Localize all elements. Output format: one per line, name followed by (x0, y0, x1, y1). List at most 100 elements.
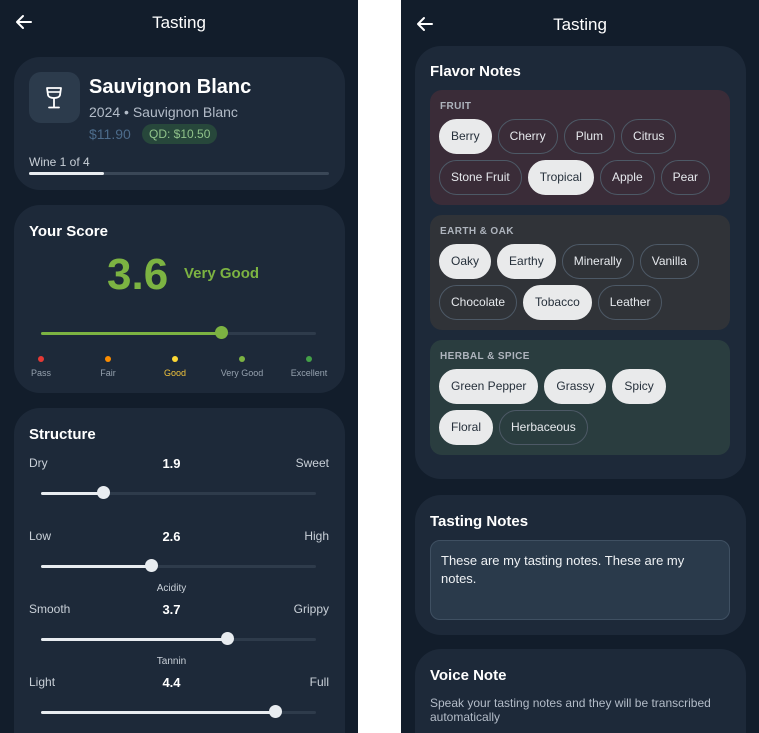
structure-min-label: Smooth (29, 602, 71, 616)
score-step: Good (140, 356, 210, 378)
structure-value: 1.9 (162, 456, 181, 471)
flavor-chip-list: Berry Cherry Plum Citrus Stone Fruit Tropical… (439, 119, 724, 195)
tasting-notes-input[interactable]: These are my tasting notes. These are my… (430, 540, 730, 620)
wine-thumbnail (29, 72, 80, 123)
structure-slider[interactable] (41, 486, 316, 499)
flavor-chip[interactable]: Berry (439, 119, 492, 154)
structure-slider[interactable] (41, 705, 316, 718)
flavor-group: EARTH & OAK Oaky Earthy Minerally Vanilla Cho… (430, 215, 730, 330)
flavor-group-title: FRUIT (440, 101, 472, 112)
voice-note-title: Voice Note (430, 667, 507, 684)
structure-slider[interactable] (41, 632, 316, 645)
flavor-chip-list: Oaky Earthy Minerally Vanilla Chocolate Tobac… (439, 244, 724, 320)
structure-max-label: Sweet (295, 456, 329, 470)
tasting-notes-card: Tasting Notes These are my tasting notes… (415, 495, 746, 635)
score-step-dot (239, 356, 245, 362)
structure-value: 4.4 (162, 675, 181, 690)
structure-slider-fill (41, 565, 151, 568)
flavor-chip[interactable]: Plum (563, 119, 616, 154)
flavor-chip[interactable]: Citrus (621, 119, 677, 154)
flavor-chip[interactable]: Floral (439, 410, 494, 445)
top-bar: Tasting (0, 0, 358, 46)
score-value: 3.6 (107, 250, 169, 299)
flavor-chip[interactable]: Oaky (439, 244, 492, 279)
page-title: Tasting (553, 15, 607, 34)
flavor-chip[interactable]: Herbaceous (499, 410, 588, 445)
wine-progress-fill (29, 172, 104, 175)
wine-subtitle: 2024 • Sauvignon Blanc (89, 104, 238, 120)
voice-note-description: Speak your tasting notes and they will b… (430, 696, 711, 724)
structure-value: 2.6 (162, 529, 181, 544)
flavor-chip[interactable]: Minerally (561, 244, 634, 279)
structure-row: Light Full 4.4 (14, 675, 345, 733)
wine-name: Sauvignon Blanc (89, 76, 252, 98)
score-step-label: Very Good (220, 368, 264, 378)
structure-max-label: High (304, 529, 329, 543)
score-card: Your Score 3.6 Very Good Pass Fair Good Ver… (14, 205, 345, 393)
wine-price: $11.90 (89, 126, 131, 142)
score-slider[interactable] (41, 326, 316, 339)
flavor-group-title: HERBAL & SPICE (440, 351, 530, 362)
voice-note-card: Voice Note Speak your tasting notes and … (415, 649, 746, 733)
wine-progress-label: Wine 1 of 4 (29, 155, 90, 169)
top-bar: Tasting (401, 0, 759, 46)
score-step-label: Pass (30, 368, 51, 378)
score-label: Very Good (184, 265, 260, 282)
flavor-chip[interactable]: Cherry (497, 119, 558, 154)
flavor-chip[interactable]: Vanilla (639, 244, 699, 279)
flavor-chip[interactable]: Stone Fruit (439, 160, 522, 195)
flavor-group: HERBAL & SPICE Green Pepper Grassy Spicy Flo… (430, 340, 730, 455)
structure-name: Tannin (156, 656, 187, 667)
flavor-chip[interactable]: Earthy (497, 244, 556, 279)
flavor-chip[interactable]: Spicy (612, 369, 666, 404)
structure-max-label: Grippy (293, 602, 329, 616)
structure-min-label: Low (29, 529, 52, 543)
structure-slider-thumb[interactable] (96, 486, 110, 499)
flavor-chip[interactable]: Chocolate (439, 285, 518, 320)
score-title: Your Score (29, 223, 108, 240)
structure-slider-fill (41, 492, 103, 495)
left-screen: Tasting Sauvignon Blanc 2024 • Sauvignon… (0, 0, 358, 733)
score-step-dot (306, 356, 312, 362)
score-step-label: Good (163, 368, 187, 378)
score-step-label: Excellent (290, 368, 328, 378)
structure-min-label: Light (29, 675, 56, 689)
flavor-chip[interactable]: Leather (597, 285, 663, 320)
qd-price-badge: QD: $10.50 (142, 124, 218, 144)
right-screen: Tasting Flavor Notes FRUIT Berry Cherry Plu… (401, 0, 759, 733)
flavor-chip[interactable]: Tropical (527, 160, 594, 195)
flavor-group: FRUIT Berry Cherry Plum Citrus Stone Fruit Tro… (430, 90, 730, 205)
flavor-chip[interactable]: Apple (599, 160, 655, 195)
structure-min-label: Dry (29, 456, 48, 470)
score-step-dot (105, 356, 111, 362)
score-step: Pass (6, 356, 76, 378)
structure-card: Structure Dry Sweet 1.9 Low High 2.6 Acidity Sm… (14, 408, 345, 733)
score-step-dot (38, 356, 44, 362)
score-slider-thumb[interactable] (215, 326, 229, 339)
structure-value: 3.7 (162, 602, 181, 617)
structure-slider-thumb[interactable] (220, 632, 234, 645)
structure-slider-thumb[interactable] (268, 705, 282, 718)
flavor-chip[interactable]: Tobacco (523, 285, 592, 320)
score-step: Very Good (207, 356, 277, 378)
flavor-group-title: EARTH & OAK (440, 226, 514, 237)
score-step: Excellent (274, 356, 344, 378)
flavor-notes-card: Flavor Notes FRUIT Berry Cherry Plum Citrus S… (415, 46, 746, 479)
flavor-chip[interactable]: Pear (660, 160, 710, 195)
structure-slider-thumb[interactable] (145, 559, 158, 572)
tasting-notes-title: Tasting Notes (430, 513, 529, 530)
flavor-chip[interactable]: Green Pepper (439, 369, 539, 404)
flavor-chip[interactable]: Grassy (544, 369, 607, 404)
structure-name: Acidity (156, 583, 187, 594)
score-step-dot (172, 356, 178, 362)
wine-glass-icon (46, 87, 62, 109)
flavor-chip-list: Green Pepper Grassy Spicy Floral Herbaceous (439, 369, 724, 445)
wine-card: Sauvignon Blanc 2024 • Sauvignon Blanc $… (14, 57, 345, 190)
score-step: Fair (73, 356, 143, 378)
structure-slider[interactable] (41, 559, 316, 572)
flavor-notes-title: Flavor Notes (430, 63, 521, 80)
score-step-label: Fair (100, 368, 116, 378)
page-title: Tasting (152, 13, 206, 32)
wine-progress-track (29, 172, 329, 175)
structure-max-label: Full (309, 675, 329, 689)
